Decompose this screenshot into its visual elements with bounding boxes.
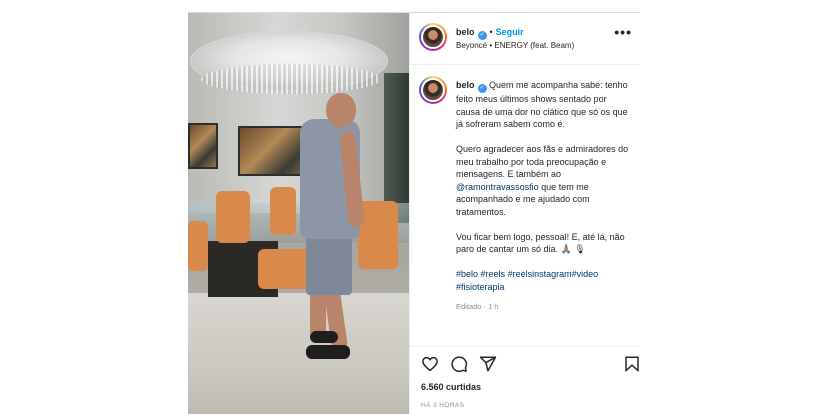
- header-title-row: belo ✓ • Seguir: [456, 27, 524, 40]
- video-chandelier: [190, 31, 388, 94]
- caption-text: belo ✓ Quem me acompanha sabe: tenho feit…: [456, 79, 632, 314]
- action-bar: [410, 346, 640, 376]
- hashtag-link[interactable]: #video: [572, 269, 599, 279]
- video-chair: [358, 201, 398, 269]
- video-painting: [188, 123, 218, 169]
- heart-icon[interactable]: [421, 355, 439, 373]
- video-person-shoe: [306, 345, 350, 359]
- comment-icon[interactable]: [450, 355, 468, 373]
- hashtag-link[interactable]: #fisioterapia: [456, 282, 505, 292]
- post-video[interactable]: [188, 13, 409, 414]
- follow-button[interactable]: Seguir: [496, 27, 524, 37]
- edited-label: Editado · 1 h: [456, 302, 499, 311]
- hashtag-list: #belo #reels #reelsinstagram#video #fisi…: [456, 268, 632, 293]
- more-options-icon[interactable]: •••: [614, 25, 632, 39]
- video-chair: [188, 221, 208, 271]
- caption-paragraph: Quero agradecer aos fãs e admiradores do…: [456, 144, 629, 179]
- avatar[interactable]: [419, 76, 447, 104]
- video-chair: [216, 191, 250, 243]
- caption-username-link[interactable]: belo: [456, 80, 475, 90]
- username-link[interactable]: belo: [456, 27, 475, 37]
- post-header: belo ✓ • Seguir Beyoncé • ENERGY (feat. Bea…: [410, 13, 640, 65]
- caption-paragraph: Vou ficar bem logo, pessoal! E, até lá, …: [456, 231, 625, 255]
- post-timestamp[interactable]: HÁ 3 HORAS: [421, 402, 464, 409]
- video-floor: [188, 293, 409, 414]
- bookmark-icon[interactable]: [623, 355, 641, 373]
- video-person-shoe: [310, 331, 338, 343]
- mention-link[interactable]: @ramontravassosfio: [456, 182, 539, 192]
- video-person-leg: [310, 289, 326, 337]
- video-person-head: [326, 93, 356, 127]
- post-panel: belo ✓ • Seguir Beyoncé • ENERGY (feat. Bea…: [409, 13, 640, 414]
- caption-area: belo ✓ Quem me acompanha sabe: tenho feit…: [410, 66, 640, 344]
- avatar[interactable]: [419, 23, 447, 51]
- separator-dot: •: [489, 27, 493, 37]
- verified-badge-icon: ✓: [477, 84, 487, 93]
- share-icon[interactable]: [479, 355, 497, 373]
- hashtag-link[interactable]: #reelsinstagram: [508, 269, 572, 279]
- video-person-shorts: [306, 235, 352, 295]
- hashtag-link[interactable]: #reels: [481, 269, 506, 279]
- audio-link[interactable]: Beyoncé • ENERGY (feat. Beam): [456, 41, 574, 50]
- video-chair: [270, 187, 296, 235]
- verified-badge-icon: ✓: [477, 31, 487, 40]
- hashtag-link[interactable]: #belo: [456, 269, 478, 279]
- likes-count[interactable]: 6.560 curtidas: [421, 382, 481, 392]
